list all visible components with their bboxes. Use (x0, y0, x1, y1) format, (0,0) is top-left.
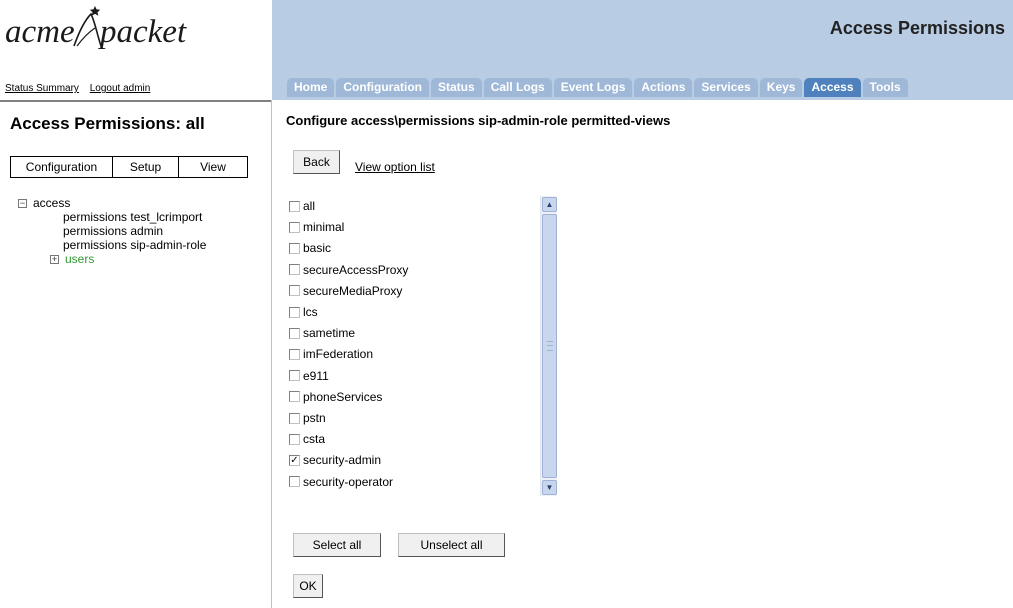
sidebar-divider (271, 100, 272, 608)
tab-keys[interactable]: Keys (759, 78, 803, 97)
option-label: csta (303, 432, 326, 447)
list-scrollbar[interactable]: ▲ ▼ (540, 196, 557, 496)
tree-node-users[interactable]: + users (18, 252, 206, 266)
tree-node-permissions-sip-admin-role[interactable]: permissions sip-admin-role (18, 238, 206, 252)
collapse-icon[interactable]: − (18, 198, 27, 208)
tab-tools[interactable]: Tools (862, 78, 908, 97)
grip-icon (547, 341, 553, 351)
tree-node-permissions-admin[interactable]: permissions admin (18, 224, 206, 238)
option-securemediaproxy[interactable]: secureMediaProxy (289, 283, 402, 299)
option-csta[interactable]: csta (289, 431, 325, 447)
select-all-button[interactable]: Select all (293, 533, 381, 557)
option-minimal[interactable]: minimal (289, 219, 344, 235)
page-title: Access Permissions (829, 18, 1005, 38)
option-label: phoneServices (303, 389, 383, 404)
tab-services[interactable]: Services (694, 78, 758, 97)
option-checkbox[interactable] (289, 200, 300, 212)
option-security-operator[interactable]: security-operator (289, 474, 393, 490)
option-label: minimal (303, 220, 345, 235)
mode-tab-configuration[interactable]: Configuration (11, 157, 113, 177)
check-icon[interactable]: ✓ (289, 454, 300, 466)
option-label: lcs (303, 305, 318, 319)
option-pstn[interactable]: pstn (289, 410, 326, 426)
sidebar-top-divider (0, 100, 272, 102)
tab-actions[interactable]: Actions (634, 78, 693, 97)
option-label: sametime (303, 326, 356, 341)
tree-node-label[interactable]: permissions admin (63, 224, 163, 238)
option-checkbox[interactable] (289, 348, 300, 360)
tree-node-label[interactable]: access (33, 196, 70, 210)
tab-access[interactable]: Access (804, 78, 861, 97)
option-imfederation[interactable]: imFederation (289, 346, 373, 362)
option-label: all (303, 199, 316, 213)
option-label: security-admin (303, 453, 382, 468)
option-checkbox[interactable] (289, 306, 300, 318)
option-checkbox[interactable] (289, 412, 300, 424)
option-lcs[interactable]: lcs (289, 304, 318, 320)
logo-word-acme: acme (5, 14, 75, 50)
tree-node-permissions-test-lcrimport[interactable]: permissions test_lcrimport (18, 210, 206, 224)
logo-area: acme packet Status Summary Logout admin (0, 0, 272, 100)
status-summary-link[interactable]: Status Summary (5, 83, 79, 94)
up-arrow-icon[interactable]: ▲ (542, 197, 557, 212)
main-title: Configure access\permissions sip-admin-r… (286, 113, 671, 128)
tab-home[interactable]: Home (287, 78, 335, 97)
tree-node-label[interactable]: permissions sip-admin-role (63, 238, 206, 252)
option-e911[interactable]: e911 (289, 368, 329, 384)
option-phoneservices[interactable]: phoneServices (289, 389, 382, 405)
option-label: secureMediaProxy (303, 283, 403, 298)
option-all[interactable]: all (289, 198, 315, 214)
option-checkbox[interactable] (289, 221, 300, 233)
scrollbar-thumb[interactable] (542, 214, 557, 478)
option-label: e911 (303, 368, 329, 383)
logout-link[interactable]: Logout admin (90, 83, 151, 94)
down-arrow-icon[interactable]: ▼ (542, 480, 557, 495)
permitted-views-list[interactable]: all minimal basic secureAccessProxy secureMe… (286, 196, 557, 496)
header-links: Status Summary Logout admin (5, 83, 158, 94)
tab-call-logs[interactable]: Call Logs (483, 78, 552, 97)
option-label: imFederation (303, 347, 374, 362)
tab-event-logs[interactable]: Event Logs (553, 78, 633, 97)
option-checkbox[interactable] (289, 285, 300, 297)
back-button[interactable]: Back (293, 150, 340, 174)
mode-tabs: Configuration Setup View (10, 156, 248, 178)
unselect-all-button[interactable]: Unselect all (398, 533, 505, 557)
option-checkbox[interactable] (289, 370, 300, 382)
option-label: secureAccessProxy (303, 262, 409, 277)
tree-node-label[interactable]: users (65, 252, 94, 266)
option-checkbox[interactable] (289, 327, 300, 339)
mode-tab-setup[interactable]: Setup (113, 157, 179, 177)
tab-configuration[interactable]: Configuration (336, 78, 429, 97)
option-checkbox[interactable] (289, 433, 300, 445)
option-label: basic (303, 241, 332, 256)
option-checkbox[interactable] (289, 476, 300, 488)
option-checkbox[interactable] (289, 242, 300, 254)
page-header: acme packet Status Summary Logout admin … (0, 0, 1013, 100)
option-secureaccessproxy[interactable]: secureAccessProxy (289, 262, 408, 278)
view-option-list-link[interactable]: View option list (355, 160, 435, 174)
config-tree: − access permissions test_lcrimport perm… (18, 196, 206, 266)
option-sametime[interactable]: sametime (289, 325, 355, 341)
option-checkbox[interactable] (289, 264, 300, 276)
option-basic[interactable]: basic (289, 240, 331, 256)
option-label: pstn (303, 411, 326, 425)
mode-tab-view[interactable]: View (179, 157, 247, 177)
sidebar-title: Access Permissions: all (10, 114, 205, 133)
tab-status[interactable]: Status (431, 78, 482, 97)
tree-node-label[interactable]: permissions test_lcrimport (63, 210, 202, 224)
option-security-admin[interactable]: ✓ security-admin (289, 452, 381, 468)
option-label: security-operator (303, 474, 394, 489)
main-nav-tabs: Home Configuration Status Call Logs Even… (287, 78, 910, 97)
ok-button[interactable]: OK (293, 574, 323, 598)
tree-node-access[interactable]: − access (18, 196, 206, 210)
logo-word-packet: packet (100, 14, 187, 50)
expand-icon[interactable]: + (50, 254, 59, 264)
option-checkbox[interactable] (289, 391, 300, 403)
